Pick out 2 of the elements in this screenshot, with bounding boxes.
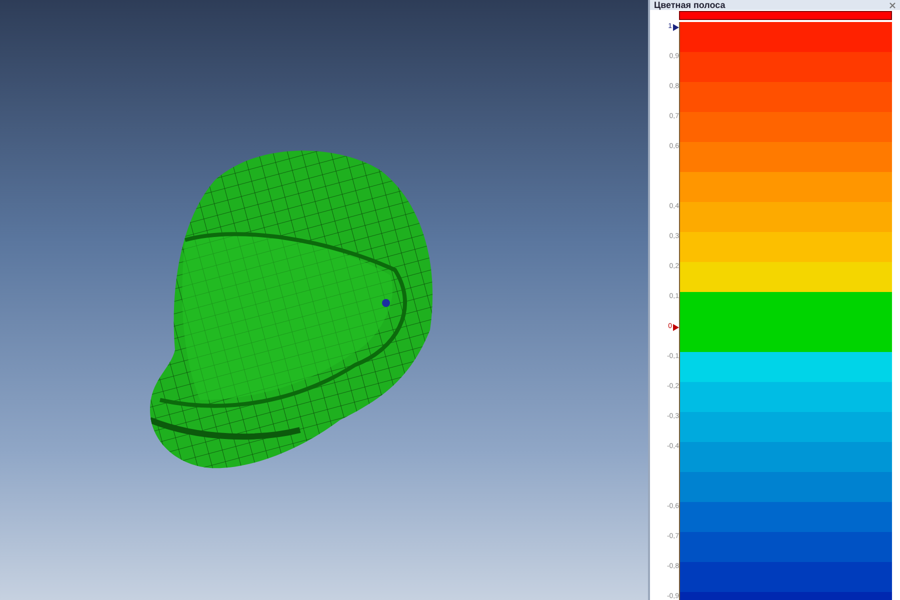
close-icon[interactable]: [889, 2, 896, 8]
panel-title: Цветная полоса: [654, 0, 726, 10]
